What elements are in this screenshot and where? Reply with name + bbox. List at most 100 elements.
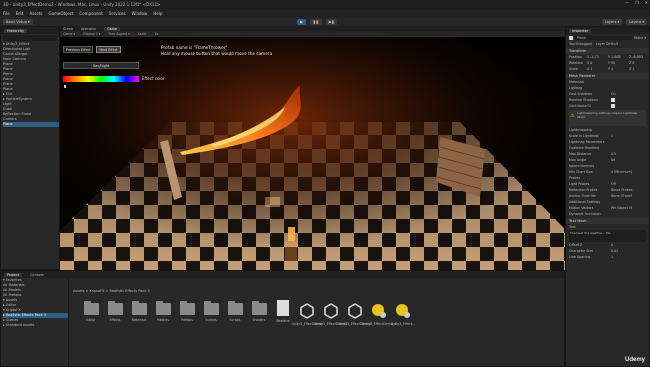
scale-y[interactable]: Y 1 — [608, 67, 629, 71]
position-x[interactable]: X -4.75 — [587, 55, 608, 59]
asset-folder[interactable]: Effects — [103, 301, 127, 326]
asset-folder[interactable]: Scenes — [199, 301, 223, 326]
menu-edit[interactable]: Edit — [16, 11, 24, 16]
cast-shadows-dropdown[interactable]: On — [611, 92, 616, 96]
hierarchy-search[interactable] — [3, 35, 57, 41]
minimize-button[interactable]: — — [625, 0, 629, 5]
motion-vectors-dropdown[interactable]: Per Object M — [611, 206, 632, 210]
asset-lighting[interactable]: Unity3_EffectDemo_s — [362, 303, 396, 326]
hierarchy-list: ▾ Unity3_Effect Directional Ligh CameraT… — [1, 42, 59, 127]
rotation-x[interactable]: X 0 — [587, 61, 608, 65]
scale-label: Scale — [569, 67, 578, 71]
text-mesh-label: Text Mesh — [569, 219, 587, 223]
menu-component[interactable]: Component — [79, 11, 102, 16]
account-dropdown[interactable]: Basic Virtuo ▾ — [3, 18, 33, 25]
menu-services[interactable]: Services — [109, 11, 126, 16]
offset-z-value[interactable]: 0 — [611, 243, 613, 247]
folder-icon — [107, 301, 123, 315]
asset-folder[interactable]: Editor — [79, 301, 103, 326]
hint-text: Hold any mouse button that would move th… — [161, 51, 273, 56]
aspect-dropdown[interactable]: Free Aspect ▾ — [109, 32, 130, 36]
inspector-panel: Inspector Plane Static ▾ Tag Untagged La… — [565, 26, 650, 367]
menu-gameobject[interactable]: GameObject — [48, 11, 73, 16]
menu-window[interactable]: Window — [132, 11, 148, 16]
dynamic-occlusion-row[interactable]: Dynamic Occlusion — [566, 211, 649, 217]
pause-button[interactable]: ❚❚ — [309, 18, 322, 25]
tab-animator[interactable]: Animator — [81, 27, 96, 31]
text-field[interactable]: The heat the weather... file — [569, 230, 646, 242]
step-button[interactable]: ▶❚ — [325, 18, 338, 25]
asset-folder[interactable]: Prefabs — [175, 301, 199, 326]
lighting-settings-icon — [372, 304, 386, 318]
previous-effect-button[interactable]: Previous Effect — [63, 46, 94, 53]
game-render — [60, 37, 565, 270]
rotation-y[interactable]: Y 90 — [608, 61, 629, 65]
object-name-field[interactable]: Plane — [575, 35, 632, 40]
tab-inspector[interactable]: Inspector — [569, 28, 592, 33]
char-size-value[interactable]: 0.02 — [611, 249, 618, 253]
tab-game[interactable]: Game — [104, 26, 121, 31]
scale-lightmap-value[interactable]: 1 — [611, 134, 613, 138]
tab-project[interactable]: Project — [4, 272, 22, 277]
receive-shadows-checkbox[interactable] — [611, 98, 615, 102]
lightmap-warning: ⚠ Lightmapping settings require Lightmap… — [569, 110, 646, 126]
day-night-button[interactable]: Day/Night — [63, 62, 139, 69]
tab-scene[interactable]: Scene — [63, 27, 73, 31]
menu-help[interactable]: Help — [153, 11, 162, 16]
position-y[interactable]: Y 1.008 — [608, 55, 629, 59]
breadcrumb[interactable]: Assets > KriptoFX > Realistic Effects Pa… — [73, 289, 150, 293]
game-view[interactable]: Previous Effect Next Effect Day/Night Ef… — [60, 37, 565, 270]
game-dropdown[interactable]: Game ▾ — [63, 32, 75, 36]
asset-lighting[interactable]: Unity3_Effect... — [391, 303, 415, 326]
slider-handle[interactable] — [64, 85, 66, 88]
max-distance-value[interactable]: 0.5 — [611, 152, 616, 156]
tree-item[interactable]: ▸ Standard Assets — [3, 323, 68, 328]
folder-icon — [203, 301, 219, 315]
contribute-gi-label: Contribute GI — [569, 104, 592, 108]
display-dropdown[interactable]: Display 1 ▾ — [83, 32, 100, 36]
scale-value[interactable]: 1x — [154, 32, 158, 36]
reflection-probes-dropdown[interactable]: Blend Probes — [611, 188, 633, 192]
tab-console[interactable]: Console — [30, 273, 44, 277]
maximize-button[interactable]: ❐ — [635, 0, 639, 5]
layer-dropdown[interactable]: Layer Default — [596, 42, 618, 46]
folder-icon — [131, 301, 147, 315]
scale-z[interactable]: Z 1 — [629, 67, 634, 71]
max-angle-value[interactable]: 89 — [611, 158, 615, 162]
prefab-name-text: Prefab name is "FlameThrower" — [161, 45, 228, 50]
light-probes-dropdown[interactable]: Off — [611, 182, 616, 186]
asset-folder[interactable]: Materials — [127, 301, 151, 326]
title-bar: 3D - Unity3_EffectDemo2 - Windows, Mac, … — [0, 0, 650, 9]
char-size-label: Character Size — [569, 249, 594, 253]
folder-icon — [83, 301, 99, 315]
effect-color-slider[interactable] — [63, 76, 139, 82]
static-dropdown[interactable]: Static ▾ — [634, 36, 646, 40]
anchor-override-field[interactable]: None (Transf — [611, 194, 632, 198]
tab-hierarchy[interactable]: Hierarchy — [4, 28, 27, 33]
min-chart-dropdown[interactable]: 4 (Minimum) — [611, 170, 632, 174]
menu-file[interactable]: File — [3, 11, 10, 16]
rotation-z[interactable]: Z 0 — [629, 61, 634, 65]
asset-folder[interactable]: Meshes — [151, 301, 175, 326]
menu-assets[interactable]: Assets — [29, 11, 42, 16]
layout-dropdown[interactable]: Layout ▾ — [626, 18, 647, 25]
line-spacing-value[interactable]: 1 — [611, 255, 613, 259]
scale-x[interactable]: X 1 — [587, 67, 608, 71]
active-checkbox[interactable] — [569, 35, 573, 40]
play-button[interactable]: ▶ — [297, 18, 306, 25]
next-effect-button[interactable]: Next Effect — [96, 46, 121, 53]
close-button[interactable]: ✕ — [645, 0, 648, 5]
unity-scene-icon — [324, 303, 338, 319]
cast-shadows-label: Cast Shadows — [569, 92, 593, 96]
position-label: Position — [569, 55, 582, 59]
folder-icon — [179, 301, 195, 315]
layers-dropdown[interactable]: Layers ▾ — [601, 18, 623, 25]
contribute-gi-checkbox[interactable] — [611, 104, 615, 108]
tag-dropdown[interactable]: Tag Untagged — [569, 42, 592, 46]
asset-folder[interactable]: Shaders — [247, 301, 271, 326]
effect-color-label: Effect color — [142, 76, 165, 81]
asset-folder[interactable]: Scripts — [223, 301, 247, 326]
position-z[interactable]: Z -6.893 — [629, 55, 643, 59]
hierarchy-item-selected[interactable]: Plane — [3, 122, 59, 127]
unity-scene-icon — [300, 303, 314, 319]
